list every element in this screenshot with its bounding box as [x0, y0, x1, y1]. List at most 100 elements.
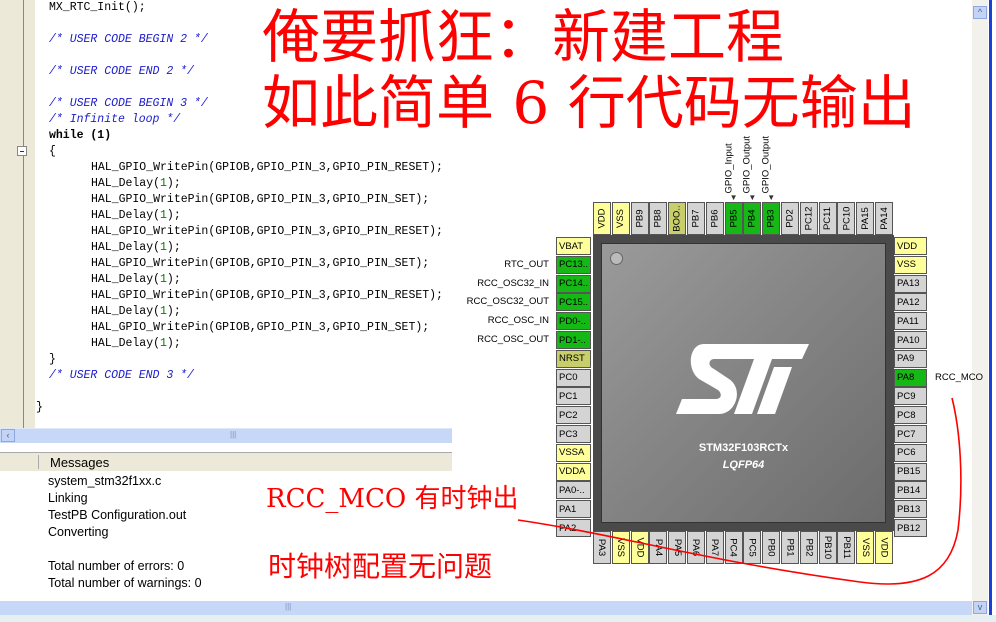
pin-pc13[interactable]: PC13.. — [556, 255, 591, 274]
collapse-minus-icon[interactable] — [17, 146, 27, 156]
pin-pc5[interactable]: PC5 — [743, 531, 762, 564]
pin-vss[interactable]: VSS — [894, 255, 927, 274]
pin-label: PC5 — [746, 538, 758, 557]
pin-pc7[interactable]: PC7 — [894, 425, 927, 443]
pin-boo[interactable]: BOO.. — [668, 202, 687, 235]
pin-label: PC3 — [559, 428, 578, 440]
editor-horizontal-scrollbar[interactable]: ‹ ||| — [0, 428, 452, 443]
pin-pb2[interactable]: PB2 — [799, 531, 818, 564]
pin-pa12[interactable]: PA12 — [894, 293, 927, 312]
pushpin-icon: ▼ — [729, 193, 738, 202]
pin-label: VSS — [615, 208, 627, 229]
pin-pb4[interactable]: PB4 — [743, 202, 762, 235]
pin-label: PB14 — [897, 484, 921, 496]
pin-pc15[interactable]: PC15.. — [556, 293, 591, 312]
pin-signal-label: RCC_OSC32_OUT — [466, 296, 549, 308]
pin-pb12[interactable]: PB12 — [894, 519, 927, 537]
pin-pd1[interactable]: PD1-.. — [556, 331, 591, 349]
pin-pc1[interactable]: PC1 — [556, 387, 591, 406]
pin-vssa[interactable]: VSSA — [556, 443, 591, 462]
pushpin-icon: ▼ — [767, 193, 776, 202]
pin-pb1[interactable]: PB1 — [781, 531, 799, 564]
code-line: } — [36, 401, 43, 414]
pin-pb7[interactable]: PB7 — [687, 202, 705, 235]
pin-pc0[interactable]: PC0 — [556, 368, 591, 387]
pin-pb14[interactable]: PB14 — [894, 481, 927, 500]
scroll-grip[interactable]: ||| — [230, 430, 236, 439]
pin-label: PB11 — [840, 536, 852, 559]
pin-pd0[interactable]: PD0-.. — [556, 312, 591, 331]
pin-label: PA10 — [897, 334, 920, 346]
pin-signal-label: RCC_OSC_IN — [487, 315, 549, 327]
pushpin-icon: ▼ — [748, 193, 757, 202]
pin-vss[interactable]: VSS — [611, 202, 630, 235]
pin-label: PA15 — [859, 207, 871, 230]
pin-pc8[interactable]: PC8 — [894, 406, 927, 425]
pin-pa6[interactable]: PA6 — [687, 531, 705, 564]
pin-label: VBAT — [559, 240, 584, 252]
pin-pb13[interactable]: PB13 — [894, 500, 927, 519]
pin-pa8[interactable]: PA8 — [894, 368, 927, 387]
messages-horizontal-scrollbar[interactable]: ||| — [0, 601, 972, 615]
pin-pa0[interactable]: PA0-.. — [556, 481, 591, 500]
scroll-down-icon[interactable]: v — [973, 601, 987, 614]
pin-pa7[interactable]: PA7 — [705, 531, 724, 564]
pin-pa13[interactable]: PA13 — [894, 274, 927, 293]
code-line: /* Infinite loop */ — [49, 113, 181, 126]
pin-pb9[interactable]: PB9 — [630, 202, 649, 235]
pin-pb8[interactable]: PB8 — [649, 202, 668, 235]
pin-pa3[interactable]: PA3 — [593, 531, 611, 564]
pin-pc3[interactable]: PC3 — [556, 425, 591, 443]
pin-pc12[interactable]: PC12 — [799, 202, 818, 235]
scroll-up-icon[interactable]: ^ — [973, 6, 987, 19]
pin-pc10[interactable]: PC10 — [837, 202, 856, 235]
pin-pd2[interactable]: PD2 — [781, 202, 799, 235]
pin-pc14[interactable]: PC14.. — [556, 274, 591, 293]
pin-pa15[interactable]: PA15 — [856, 202, 875, 235]
pin-pc4[interactable]: PC4 — [724, 531, 743, 564]
pin-vss[interactable]: VSS — [611, 531, 630, 564]
mcu-chip[interactable]: STM32F103RCTx LQFP64 — [593, 235, 894, 531]
pin-label: PA5 — [671, 538, 683, 557]
pin-pc11[interactable]: PC11 — [818, 202, 837, 235]
pin-pb5[interactable]: PB5 — [724, 202, 743, 235]
pin-vdd[interactable]: VDD — [593, 202, 611, 235]
annotation-note-1: RCC_MCO 有时钟出 — [266, 484, 519, 514]
pin-nrst[interactable]: NRST — [556, 349, 591, 368]
pin-label: PA2 — [559, 522, 577, 534]
pin-pb11[interactable]: PB11 — [837, 531, 856, 564]
pin-pa4[interactable]: PA4 — [649, 531, 668, 564]
pin-pb10[interactable]: PB10 — [818, 531, 837, 564]
pin-pc6[interactable]: PC6 — [894, 443, 927, 462]
pin-pc2[interactable]: PC2 — [556, 406, 591, 425]
pin-label: PC4 — [728, 538, 740, 557]
pin-pb3[interactable]: PB3 — [762, 202, 781, 235]
pin-pb6[interactable]: PB6 — [705, 202, 724, 235]
pin-pa9[interactable]: PA9 — [894, 349, 927, 368]
pin-signal-label: RTC_OUT — [504, 258, 549, 270]
pin-label: PC11 — [822, 206, 834, 231]
pin-pb0[interactable]: PB0 — [762, 531, 781, 564]
scroll-grip[interactable]: ||| — [285, 602, 291, 611]
vertical-scrollbar[interactable]: ^ v — [972, 0, 988, 622]
code-line: HAL_GPIO_WritePin(GPIOB,GPIO_PIN_3,GPIO_… — [91, 193, 430, 206]
pin-vdd[interactable]: VDD — [894, 237, 927, 255]
pin-vss[interactable]: VSS — [856, 531, 875, 564]
pin-vdda[interactable]: VDDA — [556, 462, 591, 481]
pin-label: PA7 — [709, 538, 721, 557]
pin-pa5[interactable]: PA5 — [668, 531, 687, 564]
pin-signal-label: GPIO_Input — [723, 143, 735, 194]
pin-pa14[interactable]: PA14 — [875, 202, 893, 235]
pin-pa1[interactable]: PA1 — [556, 500, 591, 519]
pin-vdd[interactable]: VDD — [630, 531, 649, 564]
pin-vdd[interactable]: VDD — [875, 531, 893, 564]
code-line: HAL_Delay(1); — [91, 177, 181, 190]
pin-vbat[interactable]: VBAT — [556, 237, 591, 255]
pin-pa10[interactable]: PA10 — [894, 331, 927, 349]
pin-pb15[interactable]: PB15 — [894, 462, 927, 481]
pin-pc9[interactable]: PC9 — [894, 387, 927, 406]
pin-pa2[interactable]: PA2 — [556, 519, 591, 537]
pin-pa11[interactable]: PA11 — [894, 312, 927, 331]
scroll-left-icon[interactable]: ‹ — [1, 429, 15, 442]
code-line: HAL_GPIO_WritePin(GPIOB,GPIO_PIN_3,GPIO_… — [91, 289, 443, 302]
